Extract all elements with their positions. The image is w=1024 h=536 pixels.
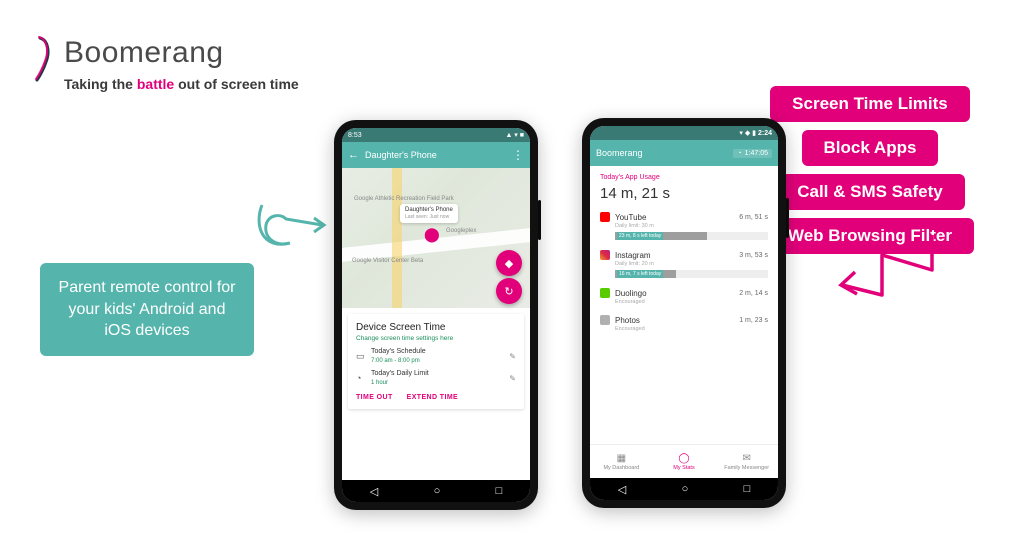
tab-messenger[interactable]: ✉Family Messenger — [715, 445, 778, 478]
tab-dashboard[interactable]: ▦My Dashboard — [590, 445, 653, 478]
phone-child: ▾ ◆ ▮ 2:24 Boomerang ◔ 1:47:05 Today's A… — [582, 118, 786, 508]
usage-heading: Today's App Usage — [590, 166, 778, 183]
progress-bar: 16 m, 7 s left today — [615, 270, 768, 278]
edit-icon[interactable]: ✎ — [509, 352, 516, 361]
card-title: Device Screen Time — [356, 322, 516, 333]
photos-icon — [600, 315, 610, 325]
usage-total: 14 m, 21 s — [590, 183, 778, 208]
instagram-icon — [600, 250, 610, 260]
screen-time-card: Device Screen Time Change screen time se… — [348, 314, 524, 409]
stats-icon: ◯ — [678, 453, 689, 464]
extend-time-button[interactable]: EXTEND TIME — [407, 394, 458, 401]
dashboard-icon: ▦ — [617, 453, 626, 464]
android-nav[interactable]: ◁○□ — [342, 480, 530, 502]
app-usage-row[interactable]: Instagram3 m, 53 s Daily limit: 20 m 16 … — [590, 246, 778, 284]
android-nav[interactable]: ◁○□ — [590, 478, 778, 500]
map-pin-icon[interactable]: ⬤ — [424, 226, 440, 243]
limit-row[interactable]: ◔ Today's Daily Limit1 hour ✎ — [356, 370, 516, 386]
logo-area: Boomerang Taking the battle out of scree… — [34, 36, 299, 92]
feature-pill: Call & SMS Safety — [775, 174, 965, 210]
map-view[interactable]: Google Athletic Recreation Field Park Go… — [342, 168, 530, 308]
callout-box: Parent remote control for your kids' And… — [40, 263, 254, 356]
appbar-title: Daughter's Phone — [365, 150, 437, 160]
map-poi: Google Athletic Recreation Field Park — [354, 196, 454, 202]
tagline: Taking the battle out of screen time — [64, 76, 299, 92]
timer-icon: ◔ — [356, 373, 366, 383]
zigzag-arrow-icon — [837, 230, 942, 330]
youtube-icon — [600, 212, 610, 222]
appbar-title: Boomerang — [596, 148, 643, 158]
feature-pill: Block Apps — [802, 130, 939, 166]
duolingo-icon — [600, 288, 610, 298]
appbar[interactable]: ← Daughter's Phone ⋮ — [342, 142, 530, 168]
tab-stats[interactable]: ◯My Stats — [653, 445, 716, 478]
menu-icon[interactable]: ⋮ — [512, 148, 524, 162]
schedule-row[interactable]: ▭ Today's Schedule7:00 am - 8:00 pm ✎ — [356, 348, 516, 364]
back-icon[interactable]: ← — [348, 149, 359, 161]
android-status-bar: 8:53▲ ▾ ■ — [342, 128, 530, 142]
timer-badge[interactable]: ◔ 1:47:05 — [733, 149, 772, 158]
timeout-button[interactable]: TIME OUT — [356, 394, 393, 401]
map-tooltip[interactable]: Daughter's Phone Last seen: Just now — [400, 204, 458, 223]
phone-parent: 8:53▲ ▾ ■ ← Daughter's Phone ⋮ Google At… — [334, 120, 538, 510]
fab-directions[interactable]: ◆ — [496, 250, 522, 276]
calendar-icon: ▭ — [356, 351, 366, 362]
feature-pills: Screen Time Limits Block Apps Call & SMS… — [766, 86, 974, 254]
boomerang-logo-icon — [34, 36, 52, 82]
edit-icon[interactable]: ✎ — [509, 374, 516, 383]
settings-link[interactable]: Change screen time settings here — [356, 335, 516, 342]
brand-name: Boomerang — [64, 36, 299, 70]
appbar: Boomerang ◔ 1:47:05 — [590, 140, 778, 166]
swoop-arrow-icon — [252, 195, 332, 265]
fab-refresh[interactable]: ↻ — [496, 278, 522, 304]
bottom-tabs: ▦My Dashboard ◯My Stats ✉Family Messenge… — [590, 444, 778, 478]
android-status-bar: ▾ ◆ ▮ 2:24 — [590, 126, 778, 140]
map-poi: Googleplex — [446, 228, 476, 234]
messenger-icon: ✉ — [742, 453, 750, 464]
app-usage-row[interactable]: Photos1 m, 23 s Encouraged — [590, 311, 778, 338]
app-usage-row[interactable]: YouTube6 m, 51 s Daily limit: 30 m 23 m,… — [590, 208, 778, 246]
map-poi: Google Visitor Center Beta — [352, 258, 423, 264]
feature-pill: Screen Time Limits — [770, 86, 970, 122]
app-usage-row[interactable]: Duolingo2 m, 14 s Encouraged — [590, 284, 778, 311]
progress-bar: 23 m, 8 s left today — [615, 232, 768, 240]
